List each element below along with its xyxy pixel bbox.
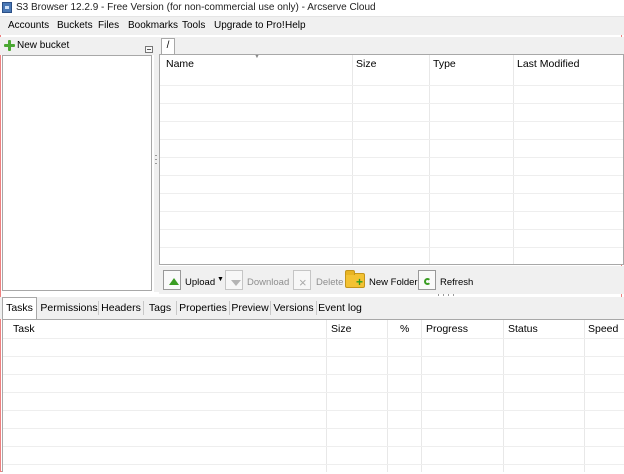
row-line <box>160 229 623 230</box>
column-header-last-modified[interactable]: Last Modified <box>517 58 579 70</box>
file-toolbar: Upload ▼ Download Delete New Folder Refr… <box>159 266 624 294</box>
title-bar: S3 Browser 12.2.9 - Free Version (for no… <box>0 0 624 17</box>
row-line <box>160 193 623 194</box>
download-icon <box>225 270 243 290</box>
app-icon <box>2 2 12 13</box>
bottom-tab-bar: Tasks Permissions Headers Tags Propertie… <box>0 297 624 319</box>
column-divider <box>584 320 585 472</box>
column-header-task[interactable]: Task <box>13 323 35 335</box>
column-header-progress[interactable]: Progress <box>426 323 468 335</box>
row-line <box>3 374 624 375</box>
row-line <box>160 85 623 86</box>
row-line <box>160 103 623 104</box>
menu-upgrade[interactable]: Upgrade to Pro! <box>214 20 285 31</box>
menu-accounts[interactable]: Accounts <box>8 20 49 31</box>
plus-icon <box>4 40 15 51</box>
path-tab-root[interactable]: / <box>161 38 175 54</box>
delete-icon <box>293 270 311 290</box>
row-line <box>160 247 623 248</box>
column-divider <box>513 55 514 264</box>
column-divider <box>503 320 504 472</box>
new-folder-button[interactable]: New Folder <box>345 268 418 292</box>
row-line <box>3 428 624 429</box>
menu-buckets[interactable]: Buckets <box>57 20 93 31</box>
refresh-button[interactable]: Refresh <box>418 268 473 292</box>
window-title: S3 Browser 12.2.9 - Free Version (for no… <box>16 2 376 13</box>
row-line <box>3 410 624 411</box>
pin-icon[interactable] <box>145 46 153 53</box>
column-divider <box>429 55 430 264</box>
delete-button[interactable]: Delete <box>293 268 343 292</box>
sort-indicator-icon: ▼ <box>254 54 260 60</box>
dropdown-arrow-icon[interactable]: ▼ <box>217 276 224 283</box>
tasks-list[interactable]: Task Size % Progress Status Speed <box>2 319 624 472</box>
column-header-size[interactable]: Size <box>331 323 351 335</box>
row-line <box>160 121 623 122</box>
menu-bookmarks[interactable]: Bookmarks <box>128 20 178 31</box>
upload-button[interactable]: Upload ▼ <box>163 268 225 292</box>
row-line <box>160 157 623 158</box>
tab-permissions[interactable]: Permissions <box>40 299 98 318</box>
upload-icon <box>163 270 181 290</box>
refresh-icon <box>418 270 436 290</box>
row-line <box>3 338 624 339</box>
row-line <box>3 464 624 465</box>
new-folder-icon <box>345 270 365 288</box>
menu-files[interactable]: Files <box>98 20 119 31</box>
new-bucket-button[interactable]: New bucket <box>0 37 70 55</box>
column-header-speed[interactable]: Speed <box>588 323 618 335</box>
splitter-grip-icon <box>155 155 157 165</box>
column-header-percent[interactable]: % <box>400 323 409 335</box>
row-line <box>160 175 623 176</box>
download-button[interactable]: Download <box>225 268 289 292</box>
upload-label: Upload <box>185 277 216 288</box>
bucket-toolbar: New bucket <box>0 37 154 55</box>
bucket-list[interactable] <box>2 55 152 291</box>
download-label: Download <box>247 277 290 288</box>
column-divider <box>326 320 327 472</box>
path-bar <box>159 37 624 55</box>
tab-preview[interactable]: Preview <box>230 299 270 318</box>
column-header-name[interactable]: Name <box>166 58 194 70</box>
column-header-type[interactable]: Type <box>433 58 456 70</box>
row-line <box>3 392 624 393</box>
tab-tasks[interactable]: Tasks <box>2 297 37 319</box>
row-line <box>160 139 623 140</box>
column-header-size[interactable]: Size <box>356 58 376 70</box>
file-list[interactable]: Name ▼ Size Type Last Modified <box>159 54 624 265</box>
column-divider <box>387 320 388 472</box>
tab-headers[interactable]: Headers <box>99 299 143 318</box>
tab-event-log[interactable]: Event log <box>317 299 363 318</box>
column-divider <box>421 320 422 472</box>
splitter-grip-icon[interactable] <box>438 294 454 296</box>
column-divider <box>352 55 353 264</box>
menu-tools[interactable]: Tools <box>182 20 205 31</box>
new-folder-label: New Folder <box>369 277 418 288</box>
new-bucket-label: New bucket <box>17 40 70 51</box>
refresh-label: Refresh <box>440 277 474 288</box>
row-line <box>3 446 624 447</box>
column-header-status[interactable]: Status <box>508 323 538 335</box>
row-line <box>160 211 623 212</box>
delete-label: Delete <box>316 277 344 288</box>
menu-help[interactable]: Help <box>285 20 306 31</box>
tab-tags[interactable]: Tags <box>144 299 176 318</box>
tab-versions[interactable]: Versions <box>271 299 316 318</box>
menu-bar: Accounts Buckets Files Bookmarks Tools U… <box>0 17 624 35</box>
tab-properties[interactable]: Properties <box>177 299 229 318</box>
row-line <box>3 356 624 357</box>
